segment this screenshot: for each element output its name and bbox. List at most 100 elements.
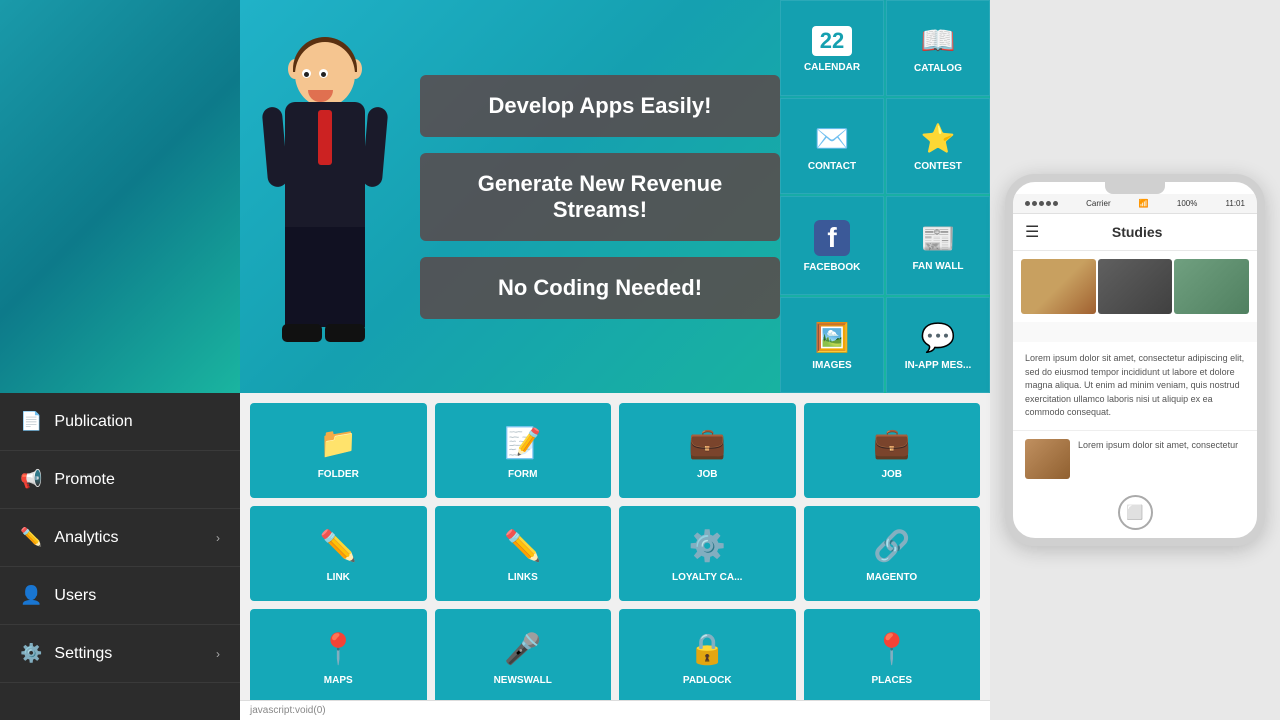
- places-icon: 📍: [873, 632, 910, 667]
- phone-carrier: Carrier: [1086, 199, 1110, 208]
- plugin-cell-magento[interactable]: 🔗 MAGENTO: [804, 506, 981, 601]
- hero-button-3[interactable]: No Coding Needed!: [420, 257, 780, 319]
- icon-cell-catalog[interactable]: 📖 CATALOG: [886, 0, 990, 96]
- catalog-icon: 📖: [921, 24, 956, 57]
- icon-cell-facebook[interactable]: f FACEBOOK: [780, 196, 884, 295]
- sidebar-item-publication[interactable]: 📄 Publication: [0, 393, 240, 451]
- publication-icon: 📄: [20, 411, 42, 432]
- promote-icon: 📢: [20, 469, 42, 490]
- phone-notch: [1105, 182, 1165, 194]
- folder1-label: FOLDER: [318, 469, 359, 480]
- icon-cell-fanwall[interactable]: 📰 FAN WALL: [886, 196, 990, 295]
- phone-image-1: [1021, 259, 1096, 314]
- sidebar-item-promote[interactable]: 📢 Promote: [0, 451, 240, 509]
- sidebar-item-users[interactable]: 👤 Users: [0, 567, 240, 625]
- maps-icon: 📍: [320, 632, 357, 667]
- links-label: LINKS: [508, 572, 538, 583]
- plugin-cell-job1[interactable]: 💼 JOB: [619, 403, 796, 498]
- contest-label: CONTEST: [914, 161, 962, 172]
- phone-image-3: [1174, 259, 1249, 314]
- plugin-cell-job2[interactable]: 💼 JOB: [804, 403, 981, 498]
- newswall-label: NEWSWALL: [494, 675, 552, 686]
- facebook-label: FACEBOOK: [804, 262, 861, 273]
- phone-article-thumbnail: [1025, 439, 1070, 479]
- phone-signal-dots: [1025, 201, 1058, 206]
- contact-icon: ✉️: [815, 122, 850, 155]
- contest-icon: ⭐: [921, 122, 956, 155]
- sidebar-item-analytics[interactable]: ✏️ Analytics ›: [0, 509, 240, 567]
- plugin-cell-form[interactable]: 📝 FORM: [435, 403, 612, 498]
- link-icon: ✏️: [320, 529, 357, 564]
- plugin-grid: 📁 FOLDER 📝 FORM 💼 JOB 💼 JOB ✏️ LINK ✏️: [250, 403, 980, 700]
- job2-label: JOB: [881, 469, 902, 480]
- job2-icon: 💼: [873, 426, 910, 461]
- inapp-label: IN-APP MES...: [905, 360, 972, 371]
- plugin-cell-newswall[interactable]: 🎤 NEWSWALL: [435, 609, 612, 700]
- phone-image-strip: [1013, 251, 1257, 322]
- analytics-icon: ✏️: [20, 527, 42, 548]
- char-tie: [318, 110, 332, 165]
- loyalty-label: LOYALTY CA...: [672, 572, 742, 583]
- icon-cell-contact[interactable]: ✉️ CONTACT: [780, 98, 884, 194]
- plugin-cell-padlock[interactable]: 🔒 PADLOCK: [619, 609, 796, 700]
- phone-article-excerpt: Lorem ipsum dolor sit amet, consectetur: [1078, 439, 1238, 452]
- phone-status-bar: Carrier 📶 100% 11:01: [1013, 194, 1257, 214]
- char-pupil-right: [321, 72, 326, 77]
- phone-wifi-icon: 📶: [1139, 199, 1149, 208]
- icon-cell-images[interactable]: 🖼️ IMAGES: [780, 297, 884, 393]
- icon-cell-contest[interactable]: ⭐ CONTEST: [886, 98, 990, 194]
- top-icon-grid: 22 CALENDAR 📖 CATALOG ✉️ CONTACT ⭐ CONTE…: [780, 0, 990, 393]
- icon-cell-calendar[interactable]: 22 CALENDAR: [780, 0, 884, 96]
- signal-dot-1: [1025, 201, 1030, 206]
- phone-article-body: Lorem ipsum dolor sit amet, consectetur …: [1013, 342, 1257, 431]
- character-figure: [250, 22, 400, 372]
- plugin-cell-link[interactable]: ✏️ LINK: [250, 506, 427, 601]
- sidebar-item-settings[interactable]: ⚙️ Settings ›: [0, 625, 240, 683]
- settings-arrow-icon: ›: [216, 647, 220, 661]
- phone-time: 11:01: [1226, 199, 1245, 208]
- facebook-icon: f: [814, 220, 850, 256]
- sidebar-item-label: Users: [54, 587, 96, 605]
- links-icon: ✏️: [504, 529, 541, 564]
- sidebar-item-label: Analytics: [54, 529, 118, 547]
- phone-battery: 100%: [1177, 199, 1197, 208]
- images-label: IMAGES: [812, 360, 851, 371]
- magento-label: MAGENTO: [866, 572, 917, 583]
- char-shoe-left: [282, 324, 322, 342]
- places-label: PLACES: [871, 675, 912, 686]
- signal-dot-5: [1053, 201, 1058, 206]
- phone-menu-icon[interactable]: ☰: [1025, 222, 1039, 242]
- plugin-cell-loyalty[interactable]: ⚙️ LOYALTY CA...: [619, 506, 796, 601]
- sidebar: 📄 Publication 📢 Promote ✏️ Analytics › 👤…: [0, 0, 240, 720]
- calendar-icon: 22: [812, 26, 852, 56]
- phone-header: ☰ Studies: [1013, 214, 1257, 251]
- fanwall-label: FAN WALL: [912, 261, 963, 272]
- sidebar-item-label: Publication: [54, 413, 132, 431]
- padlock-icon: 🔒: [689, 632, 726, 667]
- users-icon: 👤: [20, 585, 42, 606]
- plugin-cell-maps[interactable]: 📍 MAPS: [250, 609, 427, 700]
- sidebar-hero-area: [0, 0, 240, 393]
- icon-cell-inapp[interactable]: 💬 IN-APP MES...: [886, 297, 990, 393]
- hero-button-2[interactable]: Generate New Revenue Streams!: [420, 153, 780, 241]
- loyalty-icon: ⚙️: [689, 529, 726, 564]
- char-shoe-right: [325, 324, 365, 342]
- form-label: FORM: [508, 469, 537, 480]
- phone-image-2: [1098, 259, 1173, 314]
- main-content: Develop Apps Easily! Generate New Revenu…: [240, 0, 990, 720]
- phone-mockup: Carrier 📶 100% 11:01 ☰ Studies Lorem ips…: [1005, 174, 1265, 546]
- catalog-label: CATALOG: [914, 63, 962, 74]
- plugin-cell-links[interactable]: ✏️ LINKS: [435, 506, 612, 601]
- folder1-icon: 📁: [320, 426, 357, 461]
- job1-icon: 💼: [689, 426, 726, 461]
- sidebar-item-label: Promote: [54, 471, 114, 489]
- maps-label: MAPS: [324, 675, 353, 686]
- plugin-cell-places[interactable]: 📍 PLACES: [804, 609, 981, 700]
- plugin-cell-folder1[interactable]: 📁 FOLDER: [250, 403, 427, 498]
- hero-button-1[interactable]: Develop Apps Easily!: [420, 75, 780, 137]
- phone-home-button[interactable]: ⬜: [1118, 495, 1153, 530]
- char-legs: [285, 227, 365, 327]
- padlock-label: PADLOCK: [683, 675, 732, 686]
- newswall-icon: 🎤: [504, 632, 541, 667]
- analytics-arrow-icon: ›: [216, 531, 220, 545]
